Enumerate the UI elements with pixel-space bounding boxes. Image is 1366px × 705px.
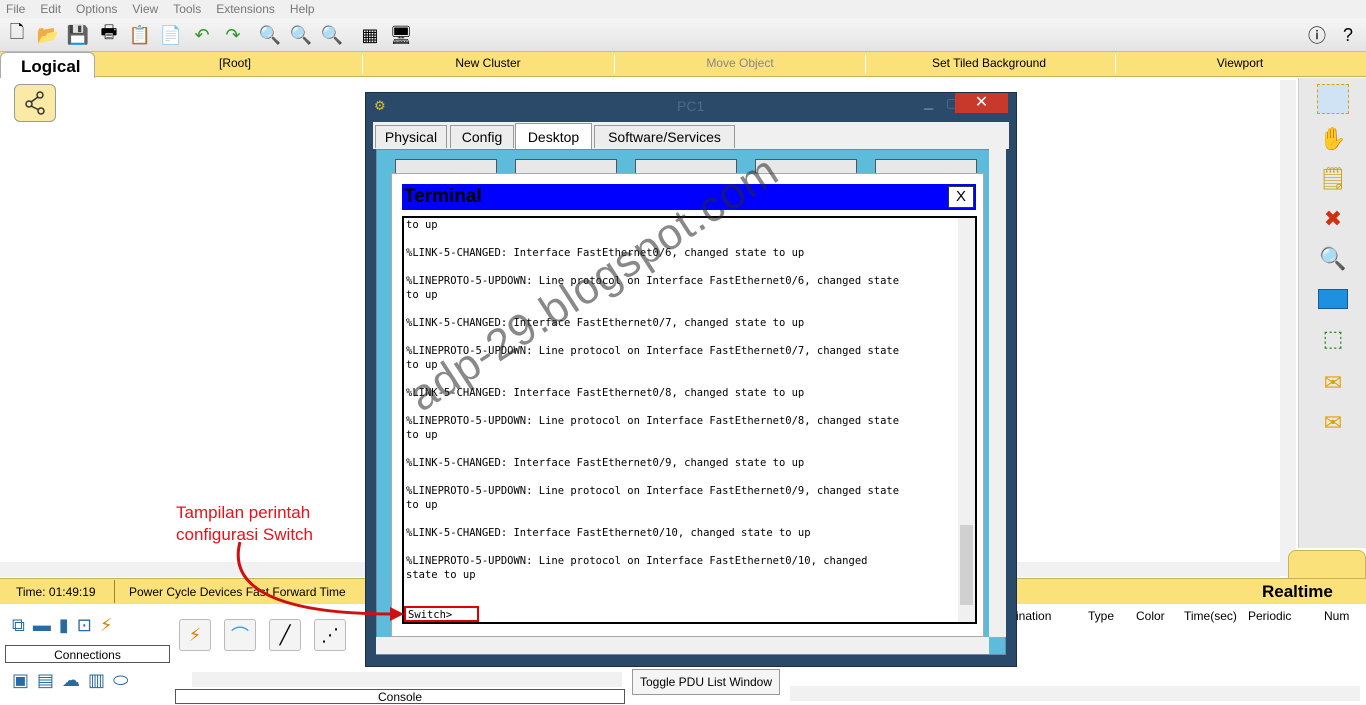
tab-desktop[interactable]: Desktop — [515, 123, 592, 149]
selected-device-label: Console — [175, 689, 625, 704]
divider — [865, 54, 866, 74]
pdu-list-header: ination Type Color Time(sec) Periodic Nu… — [1016, 606, 1366, 626]
menu-help[interactable]: Help — [290, 2, 315, 16]
palette-icon[interactable]: ▦ — [358, 23, 382, 47]
help-icon[interactable]: ? — [1336, 23, 1360, 47]
pdu-col-num: Num — [1324, 609, 1350, 623]
pdu-horizontal-scrollbar[interactable] — [790, 686, 1360, 701]
divider — [614, 54, 615, 74]
devices-horizontal-scrollbar[interactable] — [192, 672, 622, 687]
tab-software-services[interactable]: Software/Services — [594, 125, 735, 148]
new-cluster-button[interactable]: New Cluster — [428, 56, 548, 70]
viewport-button[interactable]: Viewport — [1180, 56, 1300, 70]
tab-physical[interactable]: Physical — [375, 125, 447, 148]
network-topology-icon[interactable] — [14, 84, 56, 122]
divider — [1115, 54, 1116, 74]
menu-file[interactable]: File — [6, 2, 25, 16]
logical-tab[interactable]: Logical — [0, 52, 95, 78]
menu-bar: File Edit Options View Tools Extensions … — [0, 0, 1366, 18]
packet-tracer-app-icon: ⚙ — [374, 98, 386, 113]
prompt-highlight-box — [404, 606, 479, 622]
connections-label: Connections — [5, 645, 170, 663]
move-object-button[interactable]: Move Object — [680, 56, 800, 70]
annotation-arrow — [236, 541, 404, 621]
menu-view[interactable]: View — [132, 2, 158, 16]
menu-extensions[interactable]: Extensions — [216, 2, 275, 16]
custom-device-icon[interactable]: 🖥 — [389, 23, 413, 47]
inspect-icon[interactable]: 🔍 — [1317, 244, 1349, 274]
pdu-col-time: Time(sec) — [1184, 609, 1237, 623]
divider — [362, 54, 363, 74]
window-title: PC1 — [677, 98, 705, 114]
menu-edit[interactable]: Edit — [40, 2, 61, 16]
menu-options[interactable]: Options — [76, 2, 117, 16]
workspace-vertical-scrollbar[interactable] — [1280, 80, 1296, 576]
terminal-scroll-thumb[interactable] — [960, 525, 973, 605]
save-icon[interactable]: 💾 — [66, 23, 90, 47]
delete-icon[interactable]: ✖ — [1317, 204, 1349, 234]
zoom-reset-icon[interactable]: 🔍 — [289, 23, 313, 47]
copy-icon[interactable]: 📄 — [159, 23, 183, 47]
window-close-button[interactable]: ✕ — [955, 93, 1008, 113]
pdu-col-color: Color — [1136, 609, 1165, 623]
minimize-button[interactable]: ▁ — [924, 96, 933, 110]
auto-connection-icon[interactable]: ⚡ — [179, 619, 211, 651]
common-tools-palette: ✋ 🗒 ✖ 🔍 ⬚ ✉ ✉ — [1298, 78, 1366, 548]
desktop-horizontal-scrollbar[interactable] — [376, 637, 989, 654]
zoom-in-icon[interactable]: 🔍 — [258, 23, 282, 47]
desktop-vertical-scrollbar[interactable] — [989, 149, 1006, 637]
activity-wizard-icon[interactable]: 📋 — [128, 23, 152, 47]
add-simple-pdu-icon[interactable]: ✉ — [1317, 368, 1349, 398]
print-icon[interactable]: 🖶 — [97, 22, 121, 47]
annotation-line1: Tampilan perintah — [176, 503, 311, 522]
set-tiled-background-button[interactable]: Set Tiled Background — [919, 56, 1059, 70]
menu-tools[interactable]: Tools — [173, 2, 201, 16]
select-tool-icon[interactable] — [1317, 84, 1349, 114]
realtime-mode-tab[interactable]: Realtime — [1262, 582, 1333, 602]
time-display: Time: 01:49:19 — [0, 580, 115, 603]
move-hand-icon[interactable]: ✋ — [1317, 124, 1349, 154]
open-folder-icon[interactable]: 📂 — [36, 23, 60, 47]
device-category-icons-row2[interactable]: ▣▤☁▥⬭ — [12, 670, 136, 691]
draw-rectangle-icon[interactable] — [1317, 284, 1349, 314]
pdu-col-periodic: Periodic — [1248, 609, 1292, 623]
undo-icon[interactable]: ↶ — [190, 23, 214, 47]
add-complex-pdu-icon[interactable]: ✉ — [1317, 408, 1349, 438]
zoom-out-icon[interactable]: 🔍 — [320, 23, 344, 47]
redo-icon[interactable]: ↷ — [221, 23, 245, 47]
device-category-icons-row1[interactable]: ⧉▬▮⊡⚡ — [12, 615, 120, 636]
new-file-icon[interactable]: 🗋 — [5, 22, 29, 47]
terminal-output: to up %LINK-5-CHANGED: Interface FastEth… — [406, 219, 900, 581]
info-icon[interactable]: ⓘ — [1305, 23, 1329, 47]
pdu-col-destination: ination — [1016, 609, 1052, 623]
toggle-pdu-list-button[interactable]: Toggle PDU List Window — [632, 669, 780, 695]
tab-config[interactable]: Config — [450, 125, 514, 148]
root-button[interactable]: [Root] — [175, 56, 295, 70]
resize-shape-icon[interactable]: ⬚ — [1317, 324, 1349, 354]
note-icon[interactable]: 🗒 — [1317, 164, 1349, 194]
main-toolbar: 🗋 📂 💾 🖶 📋 📄 ↶ ↷ 🔍 🔍 🔍 ▦ 🖥 ⓘ ? — [0, 18, 1366, 52]
terminal-close-button[interactable]: X — [948, 186, 974, 208]
logical-workspace-bar: [Root] New Cluster Move Object Set Tiled… — [0, 52, 1366, 77]
pdu-col-type: Type — [1088, 609, 1115, 623]
